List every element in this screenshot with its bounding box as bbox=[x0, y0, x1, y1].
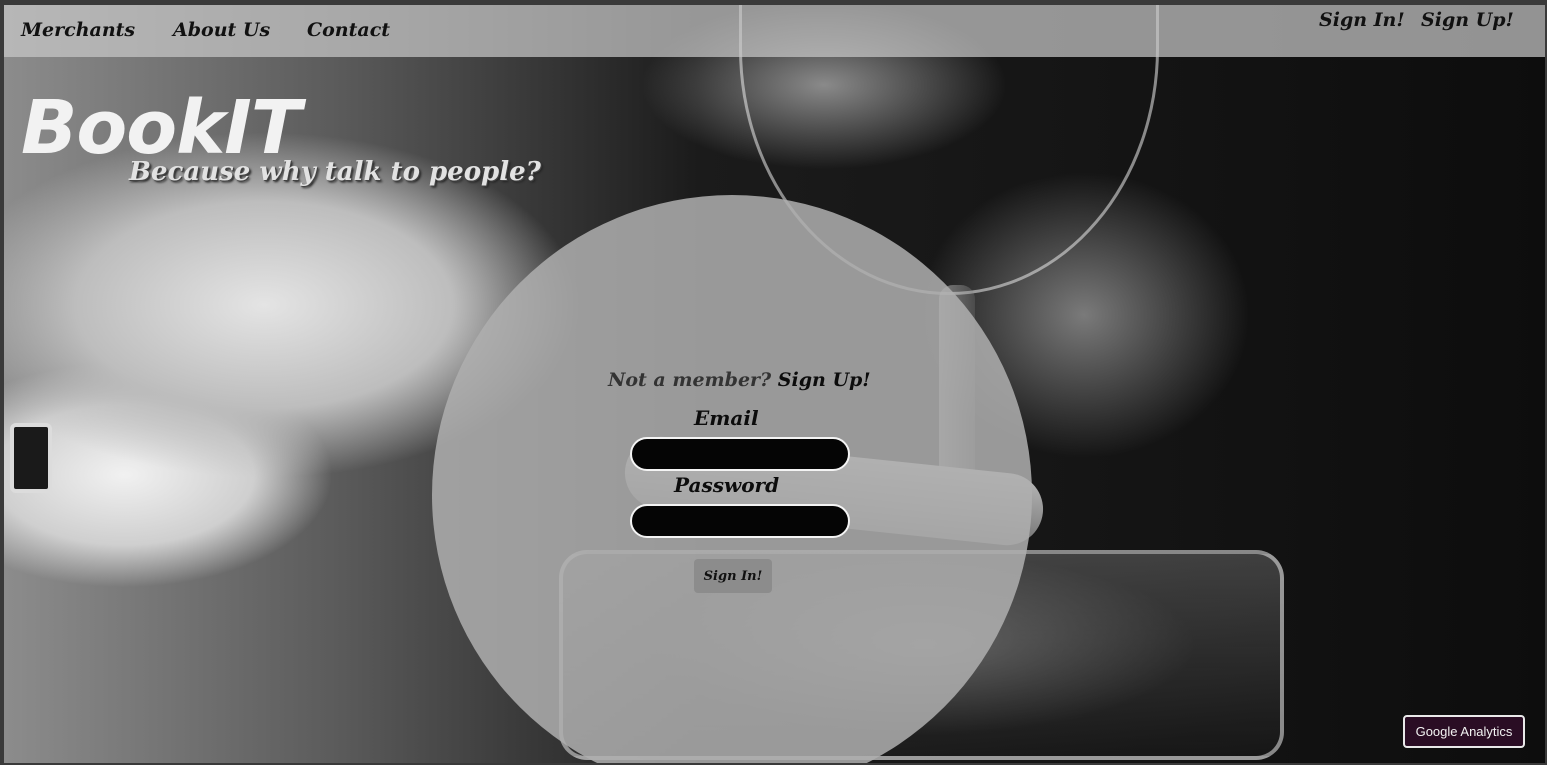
not-member-prompt: Not a member? Sign Up! bbox=[608, 369, 871, 391]
page-frame: Merchants About Us Contact Sign In! Sign… bbox=[4, 5, 1545, 763]
password-field[interactable] bbox=[630, 504, 850, 538]
email-field[interactable] bbox=[630, 437, 850, 471]
password-label: Password bbox=[674, 473, 780, 497]
not-member-text: Not a member? bbox=[608, 369, 772, 391]
background-cufflink bbox=[10, 423, 52, 493]
google-analytics-button[interactable]: Google Analytics bbox=[1403, 715, 1525, 748]
top-navbar: Merchants About Us Contact Sign In! Sign… bbox=[4, 5, 1545, 57]
nav-about-link[interactable]: About Us bbox=[173, 19, 270, 41]
nav-contact-link[interactable]: Contact bbox=[307, 19, 390, 41]
nav-sign-in-link[interactable]: Sign In! bbox=[1319, 9, 1405, 31]
brand-tagline: Because why talk to people? bbox=[129, 157, 541, 187]
email-label: Email bbox=[694, 406, 759, 430]
signup-link[interactable]: Sign Up! bbox=[778, 369, 871, 391]
sign-in-button[interactable]: Sign In! bbox=[694, 559, 772, 593]
nav-merchants-link[interactable]: Merchants bbox=[21, 19, 135, 41]
nav-sign-up-link[interactable]: Sign Up! bbox=[1421, 9, 1514, 31]
